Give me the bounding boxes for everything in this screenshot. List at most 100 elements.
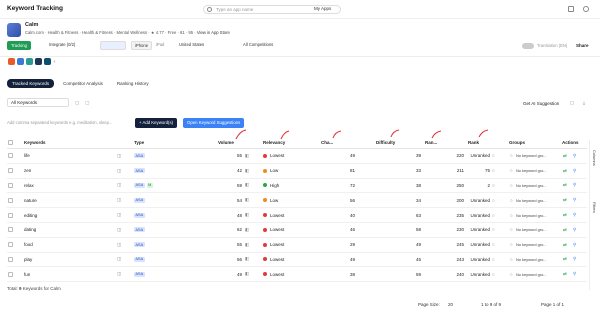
table-row[interactable]: zen ◫ ASA 42 ◧ Low 81 33 211 75 ○ ○ No keyword gro..… bbox=[7, 164, 587, 179]
row-checkbox[interactable] bbox=[8, 212, 13, 218]
col-difficulty[interactable]: Difficulty bbox=[376, 137, 395, 148]
volume-chart-icon[interactable]: ◧ bbox=[245, 267, 249, 281]
chart-icon[interactable]: ◫ bbox=[117, 267, 121, 281]
arrow-mark bbox=[478, 129, 489, 138]
group-cell[interactable]: No keyword gro... bbox=[516, 164, 547, 178]
search-rank-icon[interactable]: ○ bbox=[492, 253, 495, 267]
group-cell[interactable]: No keyword gro... bbox=[516, 179, 547, 193]
columns-panel-toggle[interactable]: Columns bbox=[592, 150, 597, 166]
row-checkbox[interactable] bbox=[8, 153, 13, 159]
actions-edit-icon[interactable]: ⇄ bbox=[563, 208, 567, 222]
relevancy-dot bbox=[263, 168, 267, 173]
chart-icon[interactable]: ◫ bbox=[117, 164, 121, 178]
group-cell[interactable]: No keyword gro... bbox=[516, 149, 547, 163]
actions-edit-icon[interactable]: ⇄ bbox=[563, 253, 567, 267]
volume-chart-icon[interactable]: ◧ bbox=[245, 208, 249, 222]
row-checkbox[interactable] bbox=[8, 197, 13, 203]
actions-pin-icon[interactable]: ⚲ bbox=[573, 238, 576, 252]
keyword-cell: relax bbox=[24, 182, 34, 188]
row-checkbox[interactable] bbox=[8, 256, 13, 262]
group-cell[interactable]: No keyword gro... bbox=[516, 223, 547, 237]
col-volume[interactable]: Volume bbox=[218, 137, 234, 148]
chart-icon[interactable]: ◫ bbox=[117, 193, 121, 207]
table-row[interactable]: dating ◫ ASA 62 ◧ Lowest 46 58 230 Unranked ○ ○ No k… bbox=[7, 223, 587, 238]
select-all-checkbox[interactable] bbox=[8, 140, 13, 145]
actions-pin-icon[interactable]: ⚲ bbox=[573, 193, 576, 207]
row-checkbox[interactable] bbox=[8, 271, 13, 277]
col-rank-prev[interactable]: Ran... bbox=[425, 137, 437, 148]
table-row[interactable]: relax ◫ ASA M 59 ◧ High 72 38 250 2 ○ ○ No keyword gr… bbox=[7, 179, 587, 194]
actions-edit-icon[interactable]: ⇄ bbox=[563, 164, 567, 178]
group-cell[interactable]: No keyword gro... bbox=[516, 267, 547, 281]
volume-chart-icon[interactable]: ◧ bbox=[245, 179, 249, 193]
asa-badge: ASA bbox=[134, 227, 145, 233]
table-row[interactable]: editing ◫ ASA 48 ◧ Lowest 40 63 235 Unranked ○ ○ No … bbox=[7, 208, 587, 223]
rank-prev-cell: 243 bbox=[456, 256, 464, 262]
search-rank-icon[interactable]: ○ bbox=[492, 223, 495, 237]
chart-icon[interactable]: ◫ bbox=[117, 149, 121, 163]
chart-icon[interactable]: ◫ bbox=[117, 208, 121, 222]
relevancy-cell: Lowest bbox=[270, 242, 285, 248]
actions-edit-icon[interactable]: ⇄ bbox=[563, 193, 567, 207]
actions-pin-icon[interactable]: ⚲ bbox=[573, 179, 576, 193]
actions-pin-icon[interactable]: ⚲ bbox=[573, 253, 576, 267]
col-groups[interactable]: Groups bbox=[509, 137, 525, 148]
col-keywords[interactable]: Keywords bbox=[24, 137, 46, 148]
actions-pin-icon[interactable]: ⚲ bbox=[573, 267, 576, 281]
volume-chart-icon[interactable]: ◧ bbox=[245, 164, 249, 178]
actions-pin-icon[interactable]: ⚲ bbox=[573, 149, 576, 163]
filters-panel-toggle[interactable]: Filters bbox=[592, 202, 597, 213]
actions-edit-icon[interactable]: ⇄ bbox=[563, 238, 567, 252]
col-rank[interactable]: Rank bbox=[468, 137, 479, 148]
row-checkbox[interactable] bbox=[8, 182, 13, 188]
volume-cell: 42 bbox=[236, 168, 242, 174]
search-rank-icon[interactable]: ○ bbox=[492, 208, 495, 222]
relevancy-cell: Lowest bbox=[270, 153, 285, 159]
search-rank-icon[interactable]: ○ bbox=[492, 149, 495, 163]
actions-edit-icon[interactable]: ⇄ bbox=[563, 223, 567, 237]
volume-chart-icon[interactable]: ◧ bbox=[245, 253, 249, 267]
chart-icon[interactable]: ◫ bbox=[117, 223, 121, 237]
volume-chart-icon[interactable]: ◧ bbox=[245, 223, 249, 237]
relevancy-dot bbox=[263, 198, 267, 203]
keyword-cell: zen bbox=[24, 168, 32, 174]
chart-icon[interactable]: ◫ bbox=[117, 238, 121, 252]
col-chance[interactable]: Cha... bbox=[321, 137, 333, 148]
group-cell[interactable]: No keyword gro... bbox=[516, 208, 547, 222]
chance-cell: 46 bbox=[349, 227, 355, 233]
table-row[interactable]: play ◫ ASA 56 ◧ Lowest 49 45 243 Unranked ○ ○ No key… bbox=[7, 253, 587, 268]
table-row[interactable]: nature ◫ ASA 54 ◧ Low 56 34 200 Unranked ○ ○ No keyw… bbox=[7, 193, 587, 209]
actions-edit-icon[interactable]: ⇄ bbox=[563, 267, 567, 281]
volume-chart-icon[interactable]: ◧ bbox=[245, 193, 249, 207]
search-rank-icon[interactable]: ○ bbox=[492, 193, 495, 207]
actions-pin-icon[interactable]: ⚲ bbox=[573, 208, 576, 222]
actions-pin-icon[interactable]: ⚲ bbox=[573, 223, 576, 237]
volume-chart-icon[interactable]: ◧ bbox=[245, 238, 249, 252]
actions-edit-icon[interactable]: ⇄ bbox=[563, 179, 567, 193]
row-checkbox[interactable] bbox=[8, 168, 13, 174]
col-relevancy[interactable]: Relevancy bbox=[263, 137, 285, 148]
rank-cell: Unranked bbox=[470, 197, 490, 203]
group-icon: ○ bbox=[510, 182, 513, 188]
actions-edit-icon[interactable]: ⇄ bbox=[563, 149, 567, 163]
table-row[interactable]: food ◫ ASA 55 ◧ Lowest 29 49 245 Unranked ○ ○ No key… bbox=[7, 238, 587, 253]
keyword-cell: editing bbox=[24, 212, 38, 218]
group-cell[interactable]: No keyword gro... bbox=[516, 253, 547, 267]
page-size-select[interactable]: 20 bbox=[448, 302, 453, 307]
col-type[interactable]: Type bbox=[134, 137, 144, 148]
table-row[interactable]: life ◫ ASA 55 ◧ Lowest 49 39 220 Unranked ○ ○ No key… bbox=[7, 149, 587, 164]
volume-chart-icon[interactable]: ◧ bbox=[245, 149, 249, 163]
search-rank-icon[interactable]: ○ bbox=[492, 267, 495, 281]
row-checkbox[interactable] bbox=[8, 242, 13, 248]
group-cell[interactable]: No keyword gro... bbox=[516, 193, 547, 207]
table-row[interactable]: fun ◫ ASA 49 ◧ Lowest 38 59 240 Unranked ○ ○ No keyw… bbox=[7, 267, 587, 283]
chart-icon[interactable]: ◫ bbox=[117, 253, 121, 267]
search-rank-icon[interactable]: ○ bbox=[492, 179, 495, 193]
page-label: Page 1 of 1 bbox=[541, 302, 565, 307]
search-rank-icon[interactable]: ○ bbox=[492, 238, 495, 252]
search-rank-icon[interactable]: ○ bbox=[492, 164, 495, 178]
row-checkbox[interactable] bbox=[8, 227, 13, 233]
actions-pin-icon[interactable]: ⚲ bbox=[573, 164, 576, 178]
group-cell[interactable]: No keyword gro... bbox=[516, 238, 547, 252]
chart-icon[interactable]: ◫ bbox=[117, 179, 121, 193]
